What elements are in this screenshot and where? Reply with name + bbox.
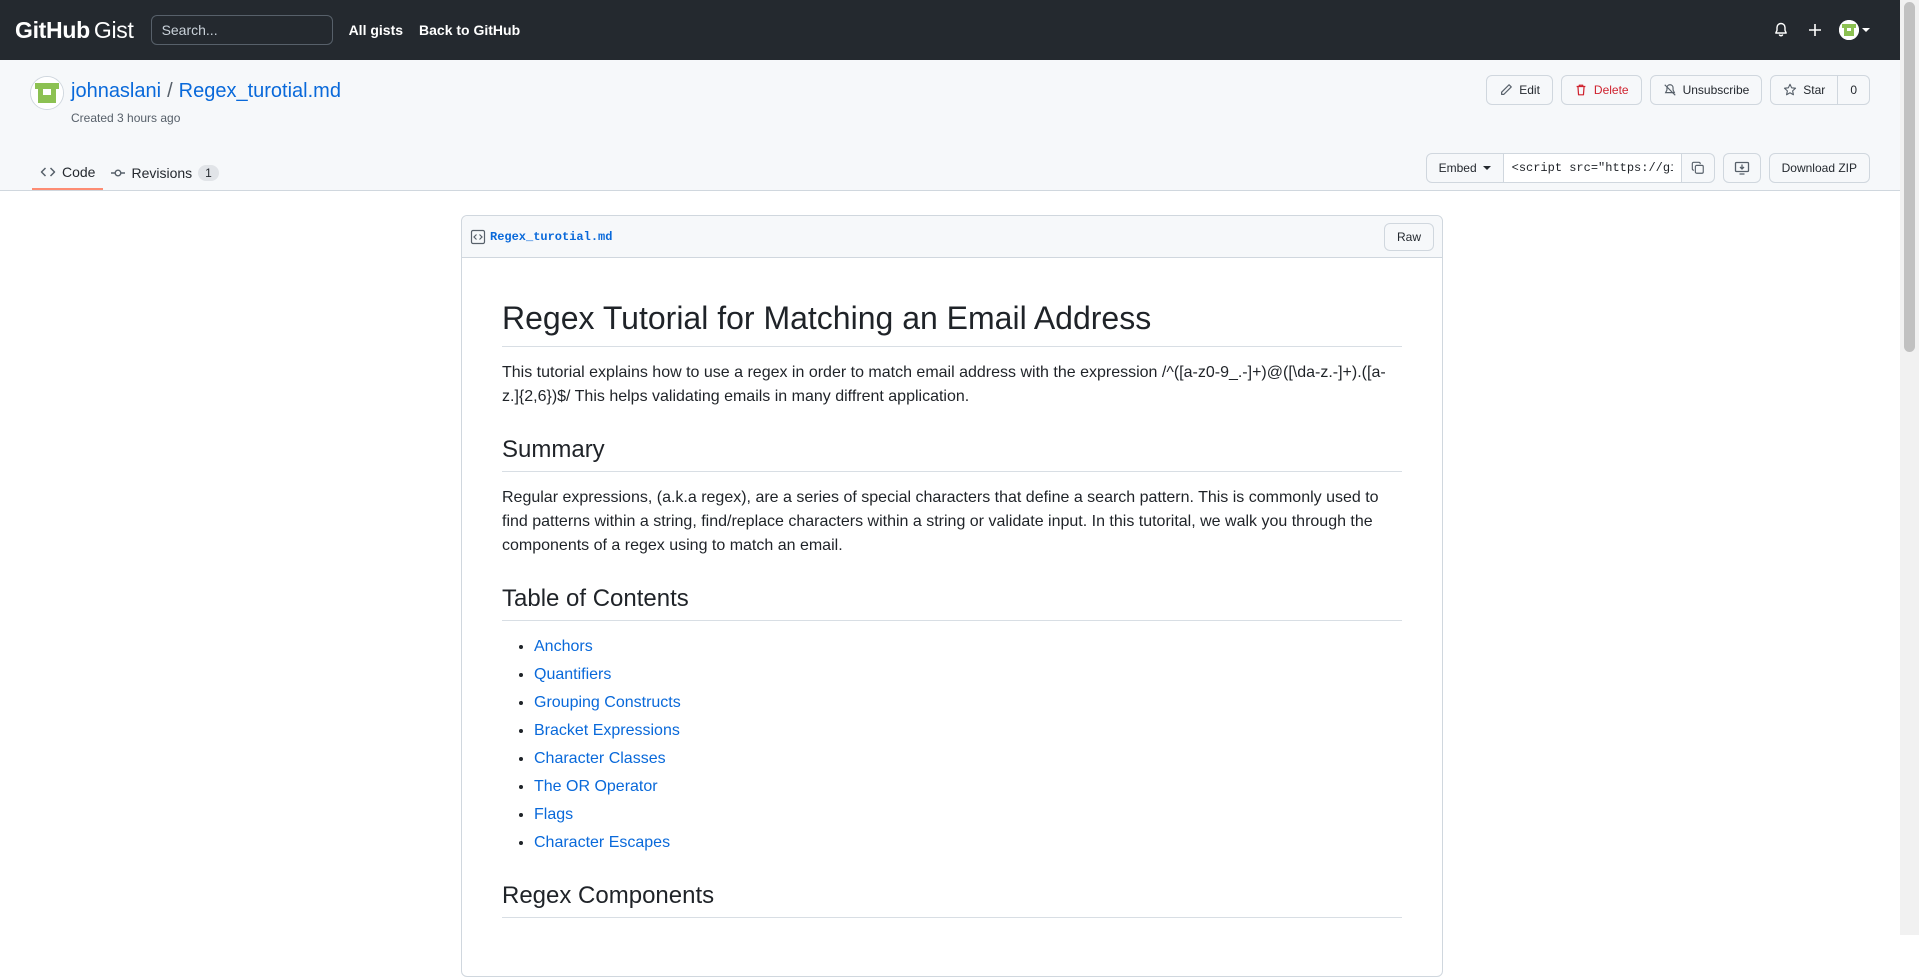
toc-link-character-classes[interactable]: Character Classes xyxy=(534,750,666,767)
trash-icon xyxy=(1576,84,1586,96)
toc-link-flags[interactable]: Flags xyxy=(534,806,573,823)
bell-slash-icon xyxy=(1663,84,1676,96)
gist-header: johnaslani / Regex_turotial.md Created 3 h… xyxy=(0,60,1900,191)
gist-title: johnaslani / Regex_turotial.md xyxy=(71,80,341,103)
tab-code[interactable]: Code xyxy=(32,156,104,190)
gist-actions: Edit Delete Unsubscribe Star 0 xyxy=(1486,75,1870,105)
file-header: Regex_turotial.md Raw xyxy=(462,216,1442,258)
owner-link[interactable]: johnaslani xyxy=(71,80,161,102)
summary-heading: Summary xyxy=(502,435,1402,472)
unsubscribe-button[interactable]: Unsubscribe xyxy=(1649,75,1763,105)
owner-avatar[interactable] xyxy=(30,76,64,110)
open-desktop-button[interactable] xyxy=(1722,153,1761,183)
star-group: Star 0 xyxy=(1770,75,1870,105)
tab-revisions[interactable]: Revisions 1 xyxy=(103,156,226,190)
toc-link-character-escapes[interactable]: Character Escapes xyxy=(534,834,670,851)
file-name-link[interactable]: Regex_turotial.md xyxy=(490,230,612,244)
embed-dropdown[interactable]: Embed xyxy=(1425,153,1504,183)
regex-components-heading: Regex Components xyxy=(502,881,1402,918)
bell-icon[interactable] xyxy=(1771,20,1791,40)
star-button[interactable]: Star xyxy=(1770,75,1839,105)
copy-button[interactable] xyxy=(1681,153,1715,183)
list-item: Grouping Constructs xyxy=(534,691,1402,715)
list-item: The OR Operator xyxy=(534,775,1402,799)
embed-bar: Embed Download ZIP xyxy=(1425,153,1870,183)
embed-group: Embed xyxy=(1425,153,1715,183)
all-gists-link[interactable]: All gists xyxy=(349,22,403,38)
star-label: Star xyxy=(1803,83,1826,97)
delete-button[interactable]: Delete xyxy=(1560,75,1642,105)
toc-heading: Table of Contents xyxy=(502,584,1402,621)
toc-link-or-operator[interactable]: The OR Operator xyxy=(534,778,658,795)
brand-github: GitHub xyxy=(15,16,90,43)
file-name: Regex_turotial.md xyxy=(470,229,612,245)
title-separator: / xyxy=(167,80,173,102)
github-gist-logo[interactable]: GitHub Gist xyxy=(15,17,134,44)
tab-code-label: Code xyxy=(62,164,96,180)
list-item: Bracket Expressions xyxy=(534,719,1402,743)
plus-icon[interactable] xyxy=(1805,20,1825,40)
list-item: Anchors xyxy=(534,635,1402,659)
desktop-download-icon xyxy=(1734,161,1749,175)
top-navbar: GitHub Gist All gists Back to GitHub xyxy=(0,0,1900,60)
pencil-icon xyxy=(1501,84,1513,95)
search-input[interactable] xyxy=(150,15,333,45)
gist-tabs: Code Revisions 1 xyxy=(32,156,227,190)
scrollbar-thumb[interactable] xyxy=(1904,2,1915,352)
back-to-github-link[interactable]: Back to GitHub xyxy=(419,22,520,38)
copy-icon xyxy=(1691,161,1704,174)
created-timestamp: Created 3 hours ago xyxy=(71,111,181,125)
list-item: Character Classes xyxy=(534,747,1402,771)
delete-label: Delete xyxy=(1593,83,1629,97)
git-commit-icon xyxy=(111,169,126,177)
edit-label: Edit xyxy=(1519,83,1540,97)
toc-link-grouping-constructs[interactable]: Grouping Constructs xyxy=(534,694,681,711)
unsubscribe-label: Unsubscribe xyxy=(1682,83,1750,97)
intro-paragraph: This tutorial explains how to use a rege… xyxy=(502,364,1386,405)
raw-button[interactable]: Raw xyxy=(1383,223,1434,251)
file-code-icon xyxy=(470,229,486,245)
toc-list: Anchors Quantifiers Grouping Constructs … xyxy=(502,635,1402,855)
list-item: Quantifiers xyxy=(534,663,1402,687)
gist-name-link[interactable]: Regex_turotial.md xyxy=(179,80,341,102)
file-box: Regex_turotial.md Raw Regex Tutorial for… xyxy=(461,215,1443,977)
toc-link-quantifiers[interactable]: Quantifiers xyxy=(534,666,611,683)
avatar xyxy=(1839,20,1859,40)
embed-url-input[interactable] xyxy=(1503,153,1682,183)
star-count[interactable]: 0 xyxy=(1838,75,1870,105)
document-title: Regex Tutorial for Matching an Email Add… xyxy=(502,298,1402,347)
toc-link-anchors[interactable]: Anchors xyxy=(534,638,593,655)
page-scrollbar[interactable] xyxy=(1900,0,1919,935)
chevron-down-icon xyxy=(1862,28,1870,32)
revisions-counter: 1 xyxy=(198,165,219,181)
brand-gist: Gist xyxy=(93,16,134,43)
tab-revisions-label: Revisions xyxy=(131,165,193,181)
star-icon xyxy=(1784,83,1797,96)
user-menu[interactable] xyxy=(1839,20,1870,40)
toc-link-bracket-expressions[interactable]: Bracket Expressions xyxy=(534,722,680,739)
edit-button[interactable]: Edit xyxy=(1486,75,1553,105)
header-right-controls xyxy=(1771,0,1870,60)
list-item: Character Escapes xyxy=(534,831,1402,855)
code-icon xyxy=(40,167,56,177)
chevron-down-icon xyxy=(1482,166,1491,170)
list-item: Flags xyxy=(534,803,1402,827)
download-zip-button[interactable]: Download ZIP xyxy=(1768,153,1870,183)
embed-label: Embed xyxy=(1438,161,1477,175)
markdown-body: Regex Tutorial for Matching an Email Add… xyxy=(462,298,1442,918)
summary-paragraph: Regular expressions, (a.k.a regex), are … xyxy=(502,489,1379,554)
